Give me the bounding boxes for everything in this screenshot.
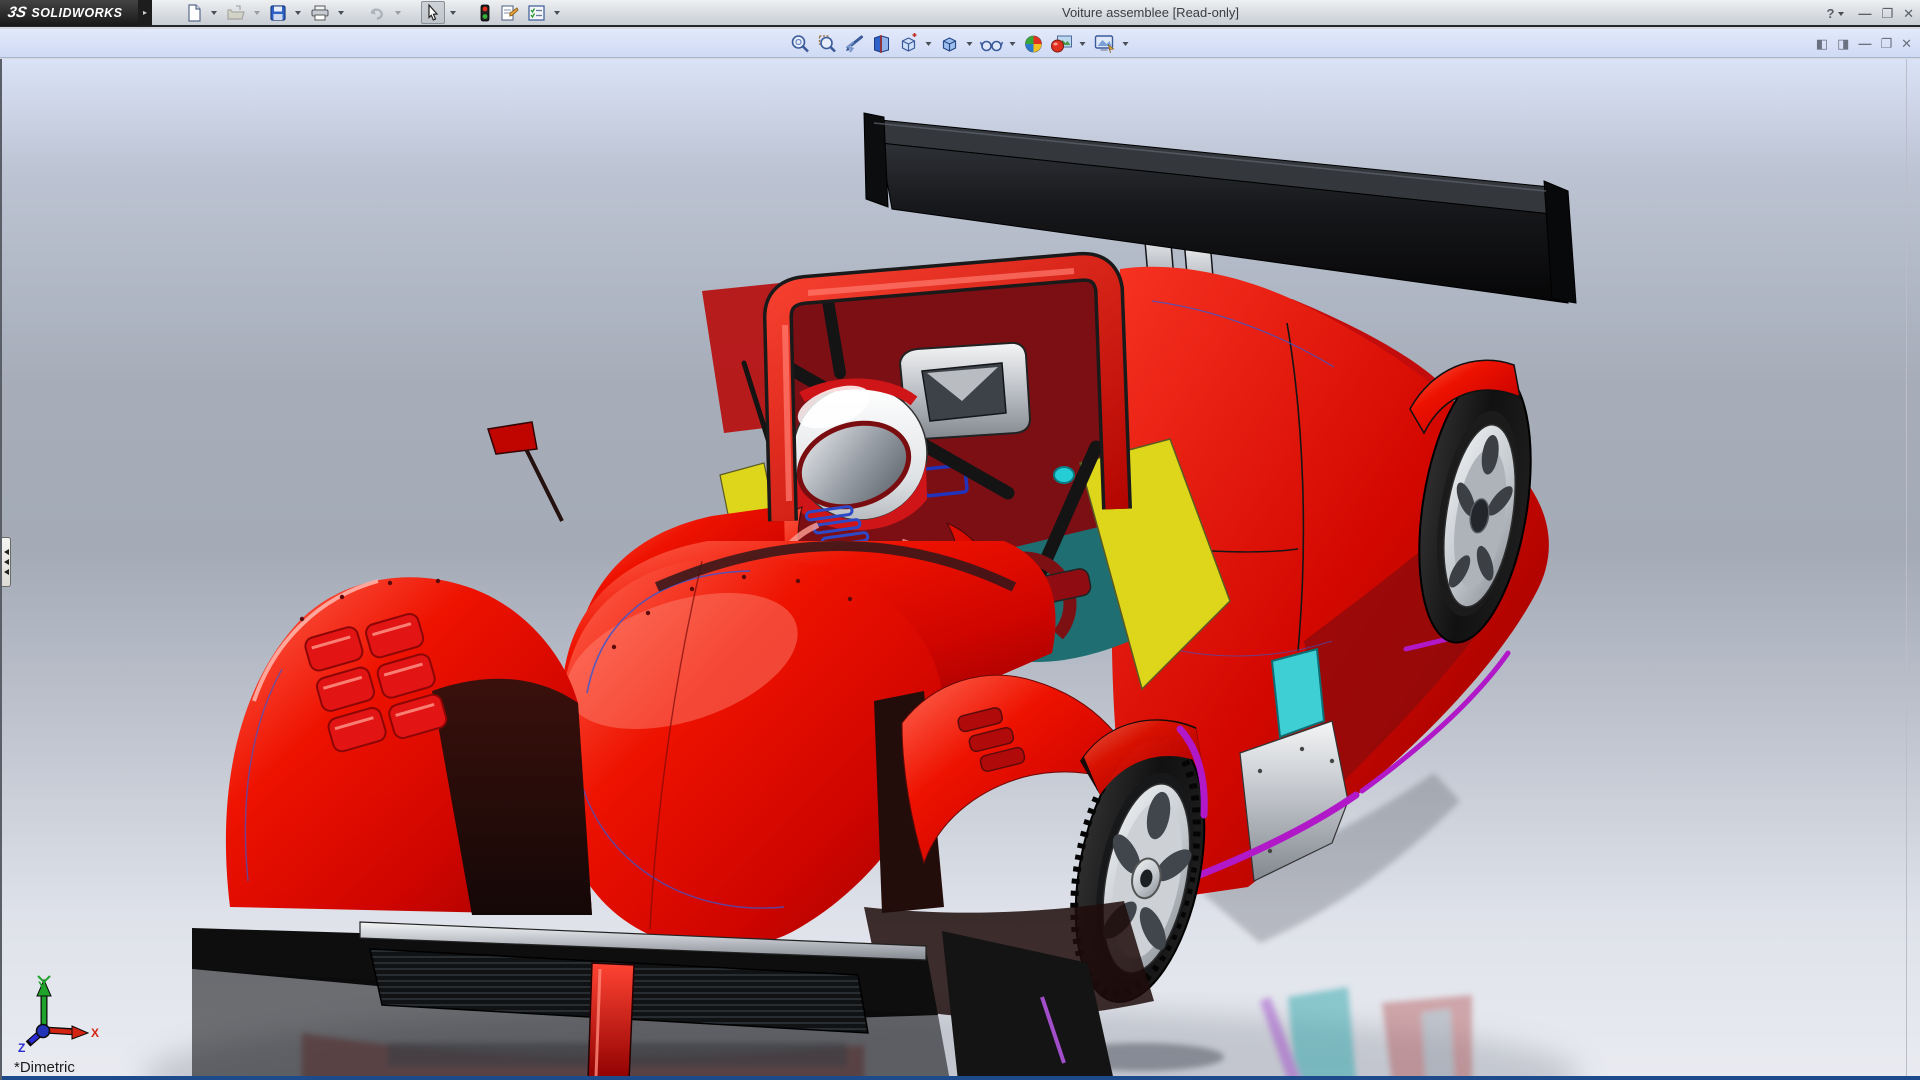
undo-dropdown-caret[interactable] (395, 11, 401, 15)
previous-view-icon (844, 33, 866, 55)
traffic-light-icon (479, 4, 491, 22)
display-style-icon (939, 33, 961, 55)
reference-triad: X Z Y (10, 974, 100, 1052)
left-fender (226, 577, 592, 915)
collapse-left-pane-button[interactable]: ◧ (1816, 36, 1828, 52)
heads-up-toolbar-row: ◧ ◨ — ❐ ✕ (0, 29, 1920, 58)
save-button[interactable] (266, 1, 290, 24)
file-properties-button[interactable] (496, 1, 522, 24)
zoom-to-fit-button[interactable] (788, 31, 814, 56)
options-dropdown-caret[interactable] (554, 11, 560, 15)
feature-tree-collapsed-tab[interactable] (2, 537, 11, 587)
section-view-icon (871, 33, 893, 55)
heads-up-view-toolbar (788, 29, 1133, 58)
view-settings-caret[interactable] (1123, 42, 1129, 46)
side-window (1272, 649, 1324, 737)
rebuild-button[interactable] (476, 1, 494, 24)
help-button[interactable]: ? (1826, 6, 1834, 21)
view-orientation-button[interactable] (896, 31, 922, 56)
z-axis-label: Z (18, 1041, 25, 1052)
new-document-icon (185, 4, 203, 22)
collapse-arrow-icon (4, 569, 9, 575)
display-style-caret[interactable] (967, 42, 973, 46)
undo-button[interactable] (364, 1, 390, 24)
graphics-viewport[interactable]: X Z Y *Dimetric (0, 59, 1920, 1080)
standard-toolbar (182, 1, 564, 24)
options-button[interactable] (524, 1, 549, 24)
view-settings-icon (1093, 33, 1117, 55)
document-close-button[interactable]: ✕ (1901, 36, 1912, 52)
select-tool-button[interactable] (421, 1, 445, 24)
view-settings-button[interactable] (1091, 31, 1119, 56)
collapse-arrow-icon (4, 559, 9, 565)
hide-show-items-button[interactable] (978, 31, 1006, 56)
printer-icon (310, 4, 330, 22)
previous-view-button[interactable] (842, 31, 868, 56)
new-document-button[interactable] (182, 1, 206, 24)
edit-appearance-button[interactable] (1021, 31, 1047, 56)
race-car-3d-model (2, 59, 1920, 1080)
document-minimize-button[interactable]: — (1858, 36, 1871, 51)
options-checklist-icon (527, 4, 546, 22)
open-folder-icon (226, 4, 246, 22)
print-button[interactable] (307, 1, 333, 24)
close-button[interactable]: ✕ (1903, 6, 1914, 22)
save-dropdown-caret[interactable] (295, 11, 301, 15)
menu-expand-arrow[interactable]: ▸ (138, 0, 152, 26)
file-properties-icon (499, 4, 519, 22)
solidworks-logo-text: SOLIDWORKS (31, 6, 122, 20)
window-bottom-border (2, 1076, 1920, 1080)
window-controls: ? — ❐ ✕ (1826, 0, 1914, 27)
view-orientation-caret[interactable] (926, 42, 932, 46)
y-axis-label: Y (38, 979, 46, 993)
zoom-to-area-button[interactable] (815, 31, 841, 56)
document-window-controls: ◧ ◨ — ❐ ✕ (1816, 29, 1912, 58)
x-axis-label: X (91, 1026, 99, 1040)
eyeglasses-icon (980, 33, 1004, 55)
title-bar: 3S SOLIDWORKS ▸ (0, 0, 1920, 27)
undo-arrow-icon (367, 4, 387, 22)
select-cursor-icon (424, 4, 442, 22)
apply-scene-caret[interactable] (1080, 42, 1086, 46)
help-dropdown-caret[interactable] (1838, 12, 1844, 16)
solidworks-logo: 3S SOLIDWORKS (0, 0, 138, 26)
apply-scene-button[interactable] (1048, 31, 1076, 56)
solidworks-window: 3S SOLIDWORKS ▸ (0, 0, 1920, 1080)
document-restore-button[interactable]: ❐ (1880, 36, 1892, 52)
open-button[interactable] (223, 1, 249, 24)
solidworks-logo-mark: 3S (6, 4, 28, 21)
minimize-button[interactable]: — (1858, 6, 1871, 21)
left-mirror (488, 422, 562, 521)
view-orientation-icon (898, 33, 920, 55)
print-dropdown-caret[interactable] (338, 11, 344, 15)
display-style-button[interactable] (937, 31, 963, 56)
section-view-button[interactable] (869, 31, 895, 56)
new-dropdown-caret[interactable] (211, 11, 217, 15)
viewport-edge-line (1906, 59, 1907, 1080)
zoom-to-area-icon (817, 33, 839, 55)
collapse-arrow-icon (4, 549, 9, 555)
cyan-fitting (1054, 467, 1074, 483)
collapse-right-pane-button[interactable]: ◨ (1837, 36, 1849, 52)
appearance-ball-icon (1023, 33, 1045, 55)
view-orientation-label: *Dimetric (14, 1059, 75, 1076)
window-title: Voiture assemblee [Read-only] (1062, 0, 1239, 27)
apply-scene-icon (1050, 33, 1074, 55)
select-dropdown-caret[interactable] (450, 11, 456, 15)
hide-show-caret[interactable] (1010, 42, 1016, 46)
nose-pylon (588, 963, 634, 1080)
open-dropdown-caret[interactable] (254, 11, 260, 15)
zoom-to-fit-icon (790, 33, 812, 55)
restore-button[interactable]: ❐ (1881, 6, 1893, 22)
save-floppy-icon (269, 4, 287, 22)
